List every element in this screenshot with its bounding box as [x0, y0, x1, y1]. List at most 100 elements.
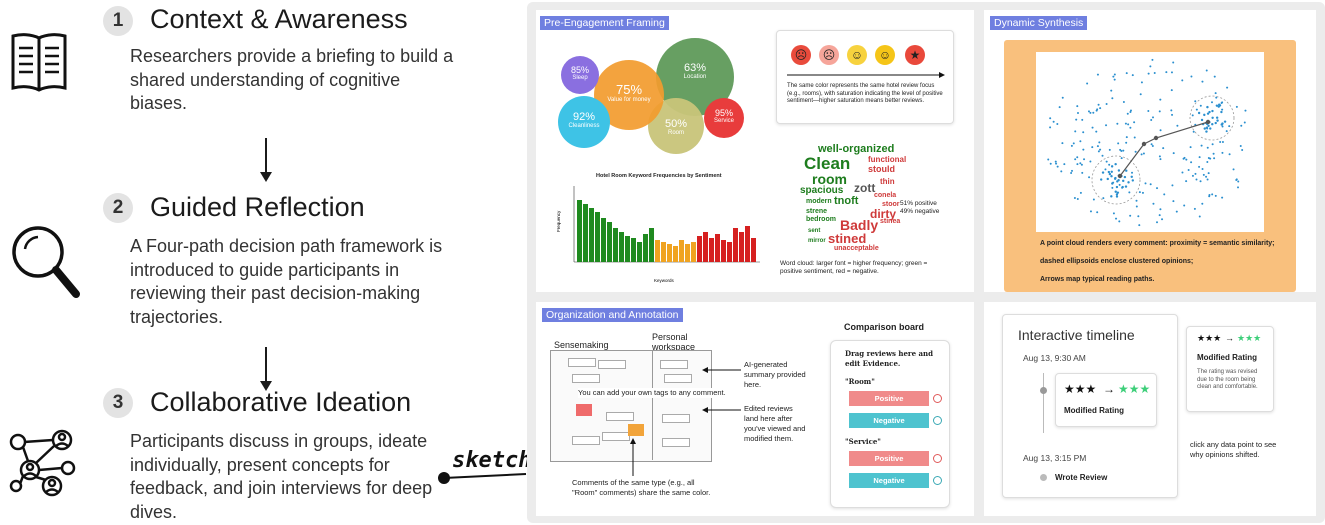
comment-point[interactable]: [1076, 156, 1079, 159]
comment-point[interactable]: [1097, 103, 1100, 106]
comment-point[interactable]: [1228, 125, 1231, 128]
comment-point[interactable]: [1235, 105, 1238, 108]
comment-point[interactable]: [1221, 151, 1224, 154]
comment-point[interactable]: [1131, 74, 1134, 77]
comment-point[interactable]: [1172, 152, 1175, 155]
comment-point[interactable]: [1153, 72, 1156, 75]
comment-point[interactable]: [1070, 144, 1073, 147]
comment-point[interactable]: [1221, 141, 1224, 144]
path-node[interactable]: [1205, 119, 1211, 125]
comment-point[interactable]: [1133, 136, 1136, 139]
comment-point[interactable]: [1205, 175, 1208, 178]
cluster-point[interactable]: [1209, 127, 1212, 130]
cluster-point[interactable]: [1110, 195, 1113, 198]
comment-point[interactable]: [1056, 165, 1059, 168]
comment-point[interactable]: [1141, 191, 1144, 194]
comment-point[interactable]: [1108, 148, 1111, 151]
comment-point[interactable]: [1092, 198, 1095, 201]
comment-point[interactable]: [1172, 200, 1175, 203]
comment-point[interactable]: [1056, 122, 1059, 125]
comment-point[interactable]: [1092, 111, 1095, 114]
comment-point[interactable]: [1102, 197, 1105, 200]
comment-point[interactable]: [1096, 145, 1099, 148]
cluster-point[interactable]: [1214, 121, 1217, 125]
comment-point[interactable]: [1201, 80, 1204, 83]
comment-point[interactable]: [1191, 114, 1194, 117]
comment-point[interactable]: [1214, 194, 1217, 197]
comment-point[interactable]: [1055, 162, 1058, 165]
comment-point[interactable]: [1118, 183, 1121, 186]
cluster-point[interactable]: [1101, 171, 1105, 174]
comment-point[interactable]: [1049, 126, 1052, 129]
comment-point[interactable]: [1185, 180, 1188, 183]
comment-point[interactable]: [1199, 180, 1202, 183]
comment-point[interactable]: [1122, 149, 1125, 152]
comment-point[interactable]: [1205, 69, 1208, 72]
cluster-point[interactable]: [1111, 182, 1114, 185]
comment-point[interactable]: [1239, 144, 1242, 147]
comment-point[interactable]: [1140, 81, 1143, 84]
comment-point[interactable]: [1240, 124, 1243, 127]
comment-point[interactable]: [1139, 93, 1142, 96]
room-negative-dot[interactable]: [933, 416, 942, 425]
comment-point[interactable]: [1120, 157, 1123, 160]
comment-point[interactable]: [1054, 160, 1057, 163]
comment-point[interactable]: [1189, 146, 1192, 149]
comment-point[interactable]: [1213, 157, 1216, 160]
comment-point[interactable]: [1219, 141, 1222, 144]
cluster-point[interactable]: [1197, 111, 1201, 115]
comment-point[interactable]: [1221, 196, 1224, 199]
comment-point[interactable]: [1117, 142, 1120, 145]
comment-point[interactable]: [1125, 136, 1128, 139]
comment-point[interactable]: [1083, 158, 1086, 161]
comment-point[interactable]: [1159, 98, 1162, 101]
cluster-point[interactable]: [1107, 170, 1111, 174]
comment-point[interactable]: [1243, 121, 1246, 124]
comment-point[interactable]: [1096, 211, 1099, 214]
comment-point[interactable]: [1097, 150, 1100, 153]
comment-point[interactable]: [1226, 86, 1229, 89]
note-card[interactable]: [606, 412, 634, 421]
comment-point[interactable]: [1221, 108, 1224, 111]
cluster-point[interactable]: [1125, 169, 1128, 172]
cluster-point[interactable]: [1114, 176, 1117, 180]
comment-point[interactable]: [1049, 117, 1052, 120]
cluster-point[interactable]: [1211, 116, 1214, 119]
path-node[interactable]: [1153, 135, 1159, 141]
comment-point[interactable]: [1080, 163, 1083, 166]
comment-point[interactable]: [1193, 207, 1196, 210]
comment-point[interactable]: [1144, 182, 1147, 185]
comment-point[interactable]: [1149, 65, 1152, 68]
comment-point[interactable]: [1137, 215, 1140, 218]
comment-point[interactable]: [1198, 156, 1201, 159]
comment-point[interactable]: [1158, 110, 1161, 113]
comment-point[interactable]: [1235, 178, 1238, 181]
comment-point[interactable]: [1116, 122, 1119, 125]
room-negative-pill[interactable]: Negative: [849, 413, 929, 428]
comment-point[interactable]: [1200, 144, 1203, 147]
comment-point[interactable]: [1049, 162, 1052, 165]
comment-point[interactable]: [1082, 148, 1085, 151]
service-positive-pill[interactable]: Positive: [849, 451, 929, 466]
comment-point[interactable]: [1104, 168, 1107, 171]
comment-point[interactable]: [1108, 163, 1111, 166]
path-node[interactable]: [1141, 141, 1147, 147]
comment-point[interactable]: [1118, 220, 1121, 223]
cluster-point[interactable]: [1211, 123, 1214, 126]
comment-point[interactable]: [1111, 97, 1114, 100]
comment-point[interactable]: [1052, 120, 1055, 123]
cluster-point[interactable]: [1215, 116, 1219, 119]
cluster-point[interactable]: [1131, 179, 1135, 182]
comment-point[interactable]: [1152, 202, 1155, 205]
cluster-point[interactable]: [1220, 110, 1223, 114]
comment-point[interactable]: [1089, 210, 1092, 213]
comment-point[interactable]: [1074, 158, 1077, 161]
comment-point[interactable]: [1074, 130, 1077, 133]
cluster-point[interactable]: [1116, 191, 1120, 194]
comment-point[interactable]: [1159, 158, 1162, 161]
comment-point[interactable]: [1198, 215, 1201, 218]
comment-point[interactable]: [1095, 109, 1098, 112]
timeline-dot-2[interactable]: [1040, 474, 1047, 481]
room-positive-pill[interactable]: Positive: [849, 391, 929, 406]
comment-point[interactable]: [1140, 153, 1143, 156]
